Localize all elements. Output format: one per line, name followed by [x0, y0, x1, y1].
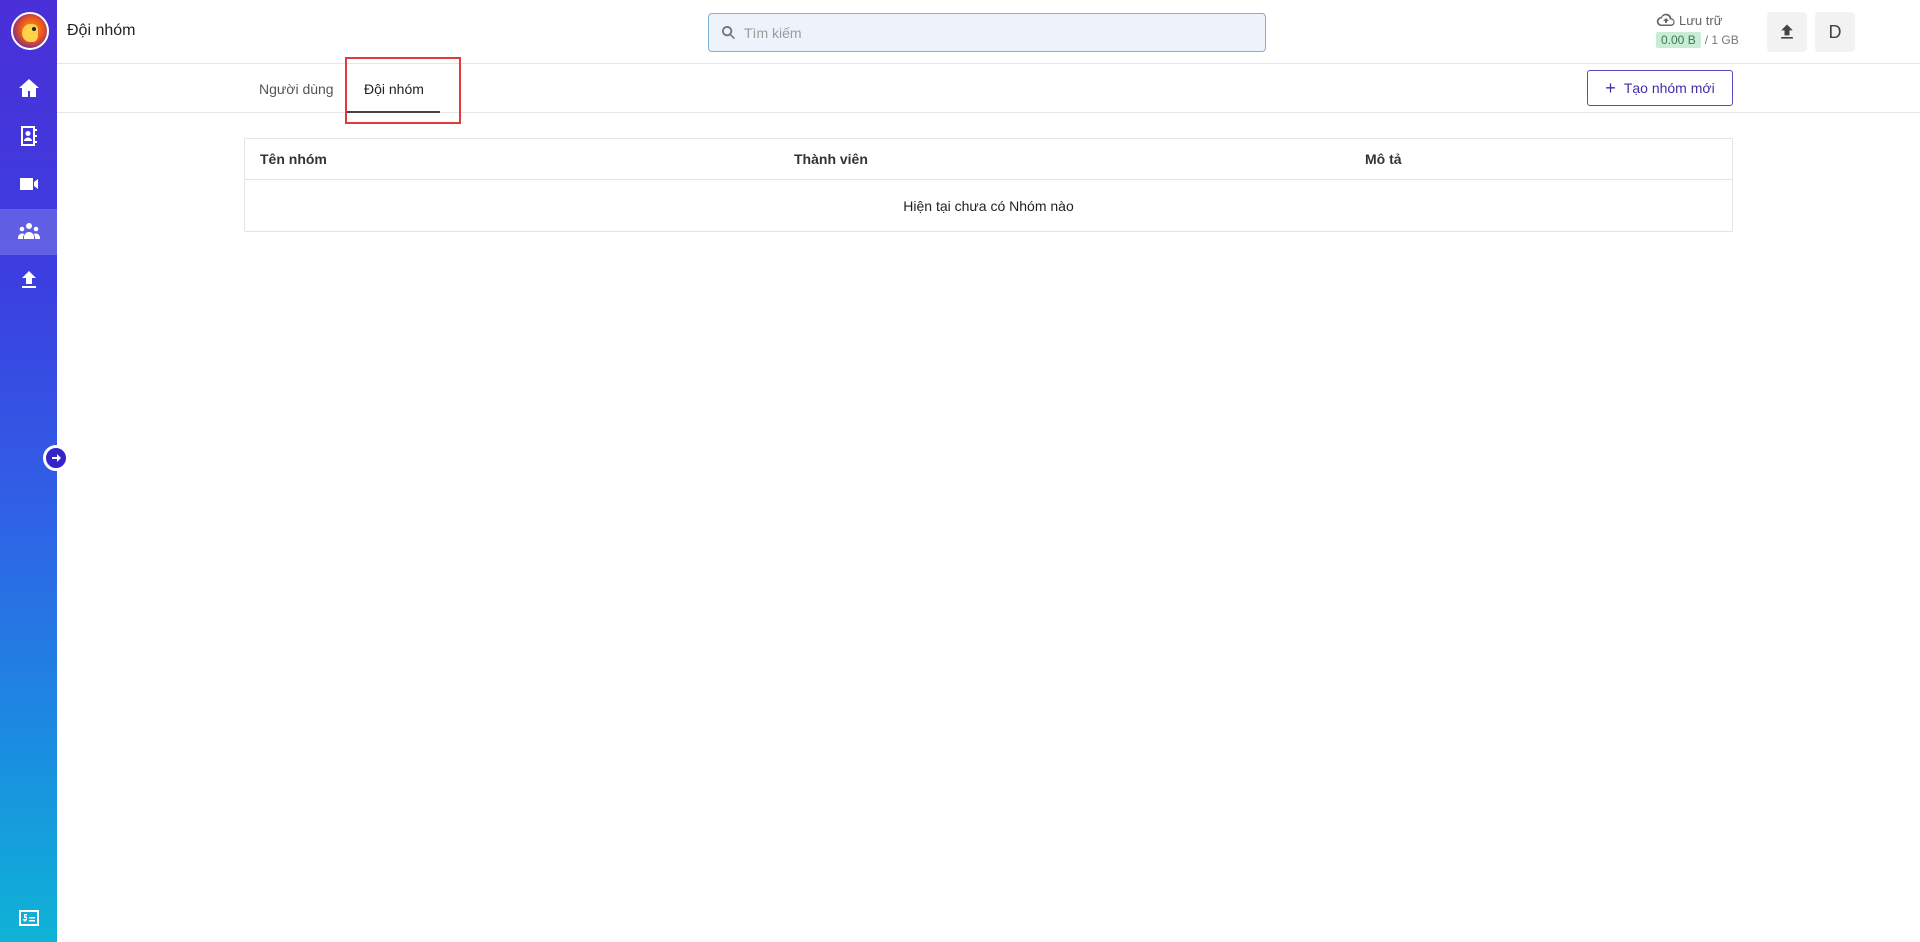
page-title: Đội nhóm	[67, 22, 136, 39]
tab-users[interactable]: Người dùng	[259, 64, 334, 113]
search-box[interactable]	[708, 13, 1266, 52]
highlight-annotation	[345, 57, 461, 124]
storage-used-badge: 0.00 B	[1656, 32, 1701, 48]
team-icon	[17, 223, 40, 239]
sidebar-item-team[interactable]	[0, 209, 57, 255]
upload-icon	[21, 271, 36, 288]
plus-icon: +	[1605, 78, 1616, 98]
storage-label: Lưu trữ	[1679, 12, 1723, 28]
column-header-members: Thành viên	[794, 151, 868, 167]
empty-state-message: Hiện tại chưa có Nhóm nào	[903, 197, 1074, 214]
column-header-description: Mô tả	[1365, 151, 1402, 167]
billing-card-icon[interactable]	[18, 908, 40, 928]
logo-bird-shape	[22, 24, 38, 42]
search-input[interactable]	[744, 24, 1244, 41]
create-team-label: Tạo nhóm mới	[1623, 80, 1715, 96]
create-team-button[interactable]: + Tạo nhóm mới	[1587, 70, 1733, 106]
upload-icon	[1781, 24, 1793, 39]
sidebar-item-contacts[interactable]	[0, 113, 57, 159]
video-camera-icon	[19, 178, 38, 190]
sidebar-item-video[interactable]	[0, 161, 57, 207]
sidebar-item-upload[interactable]	[0, 257, 57, 303]
cloud-upload-icon	[1656, 13, 1675, 27]
app-logo[interactable]	[11, 12, 49, 50]
sidebar-expand-button[interactable]	[43, 445, 69, 471]
search-icon	[721, 25, 735, 40]
sidebar-item-home[interactable]	[0, 65, 57, 111]
top-bar: Đội nhóm Lưu trữ 0.00 B / 1 GB D	[57, 0, 1920, 64]
storage-total: / 1 GB	[1704, 33, 1739, 47]
teams-table: Tên nhóm Thành viên Mô tả Hiện tại chưa …	[244, 138, 1733, 232]
upload-button[interactable]	[1767, 12, 1807, 52]
logo-bird-eye	[32, 27, 36, 31]
storage-indicator: Lưu trữ 0.00 B / 1 GB	[1656, 12, 1739, 48]
arrow-right-icon	[52, 454, 61, 462]
sidebar	[0, 0, 57, 942]
user-avatar[interactable]: D	[1815, 12, 1855, 52]
home-icon	[18, 79, 39, 97]
column-header-name: Tên nhóm	[260, 151, 327, 167]
table-header: Tên nhóm Thành viên Mô tả	[245, 139, 1732, 180]
contacts-icon	[20, 126, 37, 146]
